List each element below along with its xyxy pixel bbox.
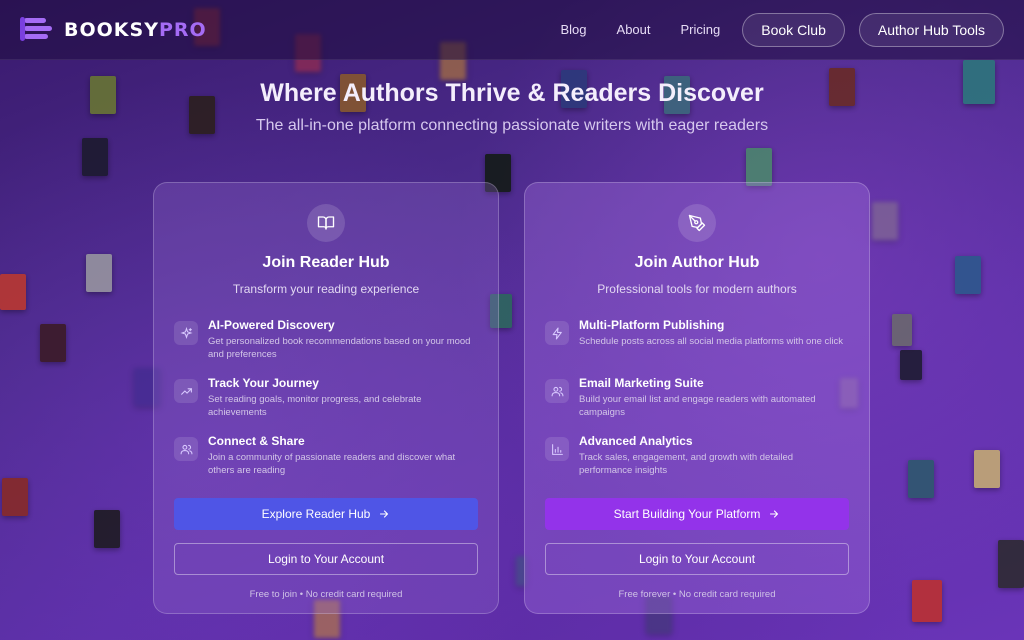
author-hub-tools-button[interactable]: Author Hub Tools: [858, 12, 1004, 47]
feature-analytics: Advanced Analytics Track sales, engageme…: [545, 434, 849, 492]
feature-multi-platform: Multi-Platform Publishing Schedule posts…: [545, 318, 849, 376]
book-cover: [908, 460, 934, 498]
feature-description: Join a community of passionate readers a…: [208, 452, 456, 476]
feature-ai-discovery: AI-Powered Discovery Get personalized bo…: [174, 318, 478, 376]
feature-title: Track Your Journey: [208, 376, 319, 390]
brand-logo[interactable]: BOOKSYPRO: [20, 15, 207, 45]
book-cover: [955, 256, 981, 294]
hero-subtitle: The all-in-one platform connecting passi…: [255, 117, 769, 134]
trending-up-icon: [174, 379, 198, 403]
nav-link-about[interactable]: About: [609, 22, 659, 37]
author-hub-subtitle: Professional tools for modern authors: [597, 282, 797, 296]
book-cover: [900, 350, 922, 380]
feature-title: Advanced Analytics: [579, 434, 693, 448]
reader-hub-subtitle: Transform your reading experience: [232, 282, 420, 296]
reader-login-button[interactable]: Login to Your Account: [174, 543, 478, 575]
feature-title: Multi-Platform Publishing: [579, 318, 725, 332]
users-icon: [174, 437, 198, 461]
author-hub-title: Join Author Hub: [634, 254, 760, 271]
books-stack-icon: [20, 15, 56, 45]
explore-reader-hub-button[interactable]: Explore Reader Hub: [174, 498, 478, 530]
book-cover: [974, 450, 1000, 488]
reader-hub-card: Join Reader Hub Transform your reading e…: [153, 182, 499, 614]
feature-description: Schedule posts across all social media p…: [579, 336, 844, 347]
book-cover: [746, 148, 772, 186]
button-label: Start Building Your Platform: [613, 507, 761, 521]
feature-title: AI-Powered Discovery: [208, 318, 335, 332]
top-navbar: BOOKSYPRO Blog About Pricing Book Club A…: [0, 0, 1024, 60]
main-nav: Blog About Pricing Book Club Author Hub …: [553, 12, 1004, 47]
sparkles-icon: [174, 321, 198, 345]
reader-feature-list: AI-Powered Discovery Get personalized bo…: [174, 318, 478, 492]
feature-description: Get personalized book recommendations ba…: [208, 336, 471, 360]
feature-title: Email Marketing Suite: [579, 376, 704, 390]
bar-chart-icon: [545, 437, 569, 461]
feature-title: Connect & Share: [208, 434, 305, 448]
reader-hub-title: Join Reader Hub: [262, 254, 390, 271]
author-feature-list: Multi-Platform Publishing Schedule posts…: [545, 318, 849, 492]
author-login-button[interactable]: Login to Your Account: [545, 543, 849, 575]
start-building-platform-button[interactable]: Start Building Your Platform: [545, 498, 849, 530]
book-cover: [912, 580, 942, 622]
book-cover: [94, 510, 120, 548]
book-open-icon: [307, 204, 345, 242]
feature-email-marketing: Email Marketing Suite Build your email l…: [545, 376, 849, 434]
brand-name-main: BOOKSY: [64, 18, 159, 41]
feature-track-journey: Track Your Journey Set reading goals, mo…: [174, 376, 478, 434]
feature-description: Track sales, engagement, and growth with…: [579, 452, 794, 476]
nav-link-blog[interactable]: Blog: [553, 22, 595, 37]
pen-tool-icon: [678, 204, 716, 242]
users-icon: [545, 379, 569, 403]
book-cover: [892, 314, 912, 346]
button-label: Explore Reader Hub: [261, 507, 371, 521]
book-cover: [86, 254, 112, 292]
reader-card-footnote: Free to join • No credit card required: [249, 589, 403, 600]
hero-title: Where Authors Thrive & Readers Discover: [260, 79, 764, 107]
zap-icon: [545, 321, 569, 345]
feature-description: Build your email list and engage readers…: [579, 394, 816, 418]
feature-connect-share: Connect & Share Join a community of pass…: [174, 434, 478, 492]
book-cover: [872, 202, 898, 240]
author-card-footnote: Free forever • No credit card required: [618, 589, 776, 600]
book-cover: [40, 324, 66, 362]
book-cover: [0, 274, 26, 310]
arrow-right-icon: [380, 510, 389, 518]
book-cover: [2, 478, 28, 516]
nav-link-pricing[interactable]: Pricing: [673, 22, 729, 37]
author-hub-card: Join Author Hub Professional tools for m…: [524, 182, 870, 614]
brand-name-accent: PRO: [158, 18, 207, 41]
feature-description: Set reading goals, monitor progress, and…: [208, 394, 422, 418]
book-club-button[interactable]: Book Club: [742, 12, 845, 47]
arrow-right-icon: [770, 510, 779, 518]
brand-name: BOOKSYPRO: [64, 19, 207, 41]
book-cover: [998, 540, 1024, 588]
book-cover: [82, 138, 108, 176]
